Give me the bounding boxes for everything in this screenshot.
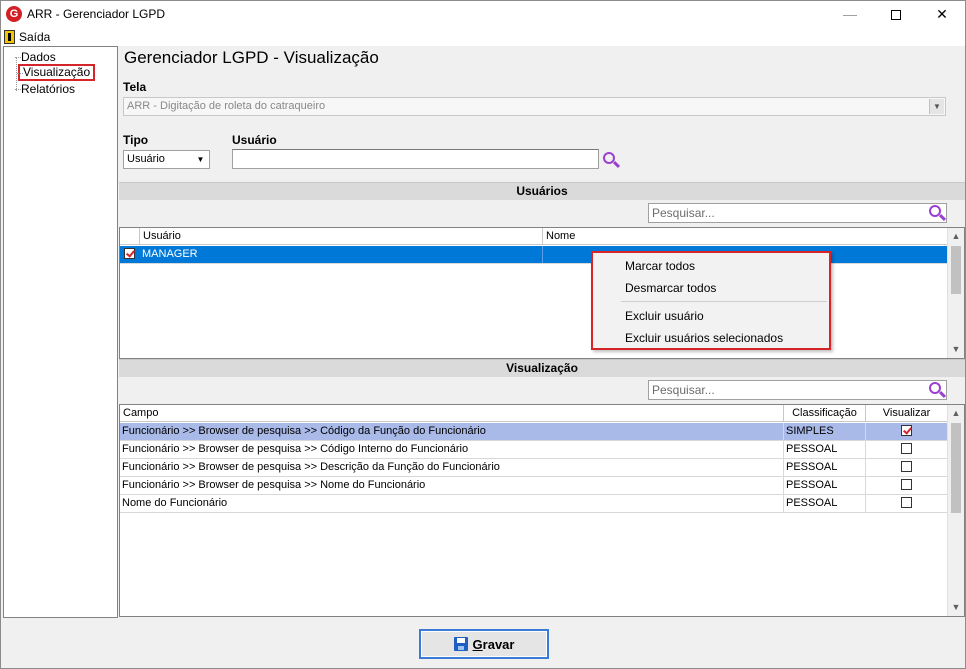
menu-bar: Saída <box>1 28 965 46</box>
save-accel-letter: G <box>472 636 483 652</box>
usuario-input[interactable] <box>232 149 599 169</box>
checkbox-unchecked-icon <box>901 442 912 454</box>
users-search-input[interactable]: Pesquisar... <box>648 203 947 223</box>
scroll-down-icon[interactable]: ▼ <box>948 599 964 616</box>
ctx-marcar-todos[interactable]: Marcar todos <box>625 256 695 276</box>
cell-visualizar[interactable] <box>866 477 948 494</box>
tela-select-value: ARR - Digitação de roleta do catraqueiro <box>127 100 326 112</box>
ctx-desmarcar-todos[interactable]: Desmarcar todos <box>625 278 716 298</box>
users-grid: Usuário Nome MANAGER ▲ ▼ <box>119 227 965 359</box>
cell-campo: Funcionário >> Browser de pesquisa >> Có… <box>120 441 784 458</box>
page-title: Gerenciador LGPD - Visualização <box>124 48 379 67</box>
floppy-disk-icon <box>453 637 468 651</box>
main-panel: Gerenciador LGPD - Visualização Tela ARR… <box>119 46 965 618</box>
table-row[interactable]: Funcionário >> Browser de pesquisa >> De… <box>120 459 948 477</box>
maximize-icon <box>891 10 901 21</box>
title-bar: G ARR - Gerenciador LGPD — ✕ <box>1 1 965 28</box>
save-label-rest: ravar <box>482 636 515 652</box>
ctx-separator <box>621 301 827 302</box>
table-row[interactable]: Funcionário >> Browser de pesquisa >> Có… <box>120 441 948 459</box>
tree-item-relatorios[interactable]: Relatórios <box>14 82 78 97</box>
minimize-button[interactable]: — <box>827 1 873 28</box>
scroll-up-icon[interactable]: ▲ <box>948 405 964 422</box>
chevron-down-icon: ▼ <box>193 152 208 167</box>
cell-visualizar[interactable] <box>866 441 948 458</box>
tipo-select[interactable]: Usuário ▼ <box>123 150 210 169</box>
menu-exit-label: Saída <box>19 30 51 44</box>
checkbox-unchecked-icon <box>901 496 912 508</box>
save-button-label: Gravar <box>473 637 515 652</box>
view-section-header: Visualização <box>119 359 965 377</box>
users-grid-scrollbar[interactable]: ▲ ▼ <box>947 228 964 358</box>
tela-label: Tela <box>123 80 147 94</box>
users-section-header: Usuários <box>119 182 965 200</box>
table-row[interactable]: Nome do Funcionário PESSOAL <box>120 495 948 513</box>
view-col-visualizar[interactable]: Visualizar <box>866 405 948 422</box>
checkbox-unchecked-icon <box>901 460 912 472</box>
search-icon[interactable] <box>929 205 947 222</box>
cell-classificacao: PESSOAL <box>784 441 866 458</box>
scroll-up-icon[interactable]: ▲ <box>948 228 964 245</box>
cell-campo: Funcionário >> Browser de pesquisa >> De… <box>120 459 784 476</box>
tree-item-visualizacao[interactable]: Visualização <box>16 64 96 81</box>
menu-exit[interactable]: Saída <box>4 29 50 45</box>
app-logo-icon: G <box>6 6 22 22</box>
view-col-classificacao[interactable]: Classificação <box>784 405 866 422</box>
users-grid-header: Usuário Nome <box>120 228 948 245</box>
view-grid-header: Campo Classificação Visualizar <box>120 405 948 422</box>
maximize-button[interactable] <box>873 1 919 28</box>
cell-classificacao: PESSOAL <box>784 477 866 494</box>
cell-visualizar[interactable] <box>866 495 948 512</box>
cell-classificacao: PESSOAL <box>784 459 866 476</box>
tree-item-dados[interactable]: Dados <box>15 50 59 65</box>
close-button[interactable]: ✕ <box>919 1 965 28</box>
nav-tree: Dados Visualização Relatórios <box>3 46 118 618</box>
usuario-label: Usuário <box>232 133 277 147</box>
view-search-input[interactable]: Pesquisar... <box>648 380 947 400</box>
view-col-campo[interactable]: Campo <box>120 405 784 422</box>
row-checkbox[interactable] <box>120 246 140 263</box>
checkbox-unchecked-icon <box>901 478 912 490</box>
users-col-usuario[interactable]: Usuário <box>140 228 543 245</box>
scroll-down-icon[interactable]: ▼ <box>948 341 964 358</box>
view-grid-scrollbar[interactable]: ▲ ▼ <box>947 405 964 616</box>
context-menu: Marcar todos Desmarcar todos Excluir usu… <box>591 251 831 350</box>
cell-visualizar[interactable] <box>866 423 948 440</box>
window-title: ARR - Gerenciador LGPD <box>27 7 166 21</box>
checkbox-checked-icon <box>124 247 135 259</box>
cell-campo: Funcionário >> Browser de pesquisa >> No… <box>120 477 784 494</box>
tree-connector <box>16 57 17 91</box>
table-row[interactable]: Funcionário >> Browser de pesquisa >> Có… <box>120 423 948 441</box>
cell-campo: Nome do Funcionário <box>120 495 784 512</box>
scroll-thumb[interactable] <box>951 246 961 294</box>
app-window: G ARR - Gerenciador LGPD — ✕ Saída Dados… <box>0 0 966 669</box>
search-icon[interactable] <box>929 382 947 399</box>
table-row[interactable]: Funcionário >> Browser de pesquisa >> No… <box>120 477 948 495</box>
exit-door-icon <box>4 30 15 44</box>
ctx-excluir-usuario[interactable]: Excluir usuário <box>625 306 704 326</box>
cell-visualizar[interactable] <box>866 459 948 476</box>
tipo-label: Tipo <box>123 133 149 147</box>
cell-classificacao: PESSOAL <box>784 495 866 512</box>
view-grid: Campo Classificação Visualizar Funcionár… <box>119 404 965 617</box>
chevron-down-icon: ▼ <box>929 99 944 114</box>
scroll-thumb[interactable] <box>951 423 961 513</box>
cell-usuario: MANAGER <box>140 246 543 263</box>
tipo-select-value: Usuário <box>127 153 165 165</box>
cell-classificacao: SIMPLES <box>784 423 866 440</box>
checkbox-checked-icon <box>901 424 912 436</box>
save-button[interactable]: Gravar <box>419 629 549 659</box>
cell-campo: Funcionário >> Browser de pesquisa >> Có… <box>120 423 784 440</box>
ctx-excluir-selecionados[interactable]: Excluir usuários selecionados <box>625 328 783 348</box>
users-col-nome[interactable]: Nome <box>543 228 948 245</box>
users-col-check <box>120 228 140 245</box>
tela-select[interactable]: ARR - Digitação de roleta do catraqueiro… <box>123 97 946 116</box>
search-icon[interactable] <box>603 152 621 169</box>
